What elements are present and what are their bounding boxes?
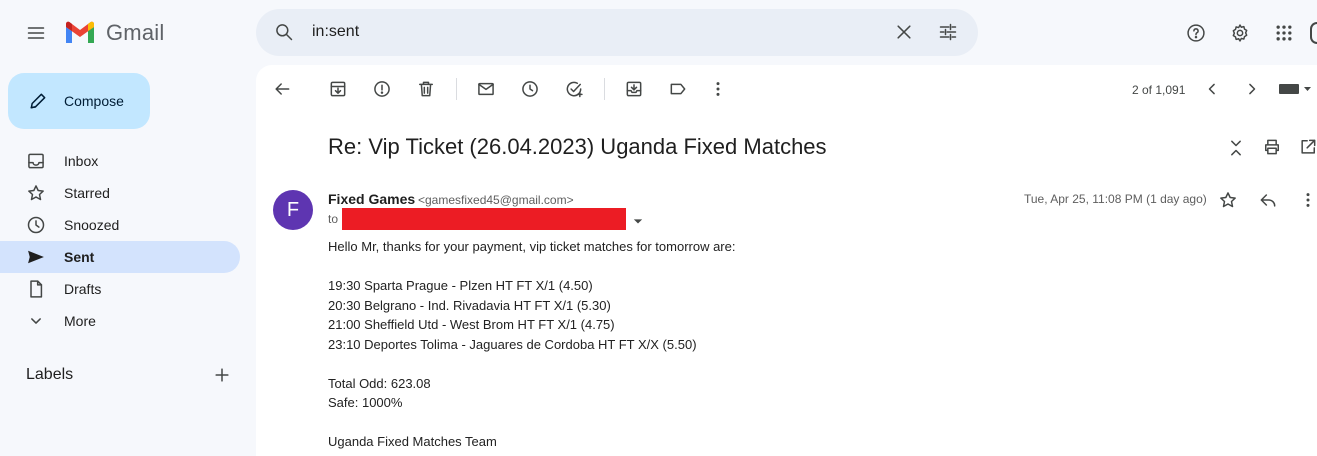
send-icon: [26, 247, 46, 267]
message-timestamp: Tue, Apr 25, 11:08 PM (1 day ago): [1024, 192, 1207, 206]
sidebar-item-sent[interactable]: Sent: [0, 241, 240, 273]
inbox-icon: [26, 151, 46, 171]
clock-icon: [26, 215, 46, 235]
star-icon: [26, 183, 46, 203]
message-view: 2 of 1,091 Re: Vip Ticket (26.04.2023) U…: [256, 65, 1317, 456]
pencil-icon: [26, 89, 50, 113]
collapse-all-icon[interactable]: [1224, 136, 1248, 160]
redacted-recipient: [342, 208, 626, 230]
archive-icon[interactable]: [326, 77, 350, 101]
pagination-count: 2 of 1,091: [1132, 83, 1186, 97]
search-icon[interactable]: [272, 20, 296, 44]
sender-avatar[interactable]: F: [273, 190, 313, 230]
account-avatar[interactable]: [1310, 22, 1317, 44]
sidebar-item-inbox[interactable]: Inbox: [0, 145, 240, 177]
gmail-logo[interactable]: Gmail: [64, 20, 164, 46]
body-signature: Uganda Fixed Matches Team: [328, 434, 497, 449]
message-more-vertical-icon[interactable]: [1296, 188, 1317, 212]
sender-email: <gamesfixed45@gmail.com>: [418, 193, 574, 207]
google-apps-icon[interactable]: [1272, 21, 1296, 45]
sidebar-item-label: Sent: [64, 249, 95, 265]
sidebar-item-label: More: [64, 313, 96, 329]
toolbar-divider: [456, 78, 457, 100]
email-subject: Re: Vip Ticket (26.04.2023) Uganda Fixed…: [328, 134, 827, 159]
trash-icon[interactable]: [414, 77, 438, 101]
star-message-icon[interactable]: [1216, 188, 1240, 212]
search-input[interactable]: in:sent: [312, 23, 359, 41]
match-line: 23:10 Deportes Tolima - Jaguares de Cord…: [328, 336, 697, 352]
body-greeting: Hello Mr, thanks for your payment, vip t…: [328, 239, 736, 254]
search-options-icon[interactable]: [936, 20, 960, 44]
sidebar-item-drafts[interactable]: Drafts: [0, 273, 240, 305]
sidebar-item-label: Drafts: [64, 281, 102, 297]
sidebar-item-snoozed[interactable]: Snoozed: [0, 209, 240, 241]
move-to-icon[interactable]: [622, 77, 646, 101]
help-icon[interactable]: [1184, 21, 1208, 45]
sidebar-item-label: Snoozed: [64, 217, 120, 233]
open-new-window-icon[interactable]: [1296, 135, 1317, 159]
add-label-icon[interactable]: [210, 363, 234, 387]
match-line: 19:30 Sparta Prague - Plzen HT FT X/1 (4…: [328, 278, 593, 293]
back-arrow-icon[interactable]: [270, 77, 294, 101]
print-icon[interactable]: [1260, 135, 1284, 159]
more-options-vertical-icon[interactable]: [706, 77, 730, 101]
sidebar-item-more[interactable]: More: [0, 305, 240, 337]
settings-gear-icon[interactable]: [1228, 21, 1252, 45]
draft-icon: [26, 279, 46, 299]
older-chevron-right-icon[interactable]: [1240, 77, 1264, 101]
sidebar-item-label: Inbox: [64, 153, 99, 169]
main-menu-button[interactable]: [24, 21, 48, 45]
snooze-clock-icon[interactable]: [518, 77, 542, 101]
input-tools-keyboard-icon[interactable]: [1278, 77, 1312, 101]
newer-chevron-left-icon[interactable]: [1200, 77, 1224, 101]
clear-search-icon[interactable]: [892, 20, 916, 44]
body-safe: Safe: 1000%: [328, 395, 403, 410]
label-icon[interactable]: [666, 77, 690, 101]
mark-unread-icon[interactable]: [474, 77, 498, 101]
sidebar-item-label: Starred: [64, 185, 110, 201]
chevron-down-icon: [26, 311, 46, 331]
compose-button[interactable]: Compose: [8, 73, 150, 129]
email-body: Hello Mr, thanks for your payment, vip t…: [328, 237, 735, 452]
gmail-wordmark: Gmail: [106, 20, 165, 45]
search-bar[interactable]: in:sent: [256, 9, 978, 56]
body-total-odd: Total Odd: 623.08: [328, 375, 431, 391]
match-line: 20:30 Belgrano - Ind. Rivadavia HT FT X/…: [328, 297, 611, 313]
show-details-dropdown-icon[interactable]: [626, 209, 650, 233]
sender-name[interactable]: Fixed Games: [328, 191, 415, 207]
labels-heading: Labels: [26, 366, 74, 383]
hamburger-icon: [27, 27, 45, 39]
match-line: 21:00 Sheffield Utd - West Brom HT FT X/…: [328, 317, 615, 332]
sidebar-item-starred[interactable]: Starred: [0, 177, 240, 209]
add-task-icon[interactable]: [562, 77, 586, 101]
recipient-label: to: [328, 212, 339, 226]
reply-icon[interactable]: [1256, 188, 1280, 212]
toolbar-divider: [604, 78, 605, 100]
report-spam-icon[interactable]: [370, 77, 394, 101]
gmail-m-icon: [66, 21, 94, 43]
compose-label: Compose: [64, 93, 124, 109]
